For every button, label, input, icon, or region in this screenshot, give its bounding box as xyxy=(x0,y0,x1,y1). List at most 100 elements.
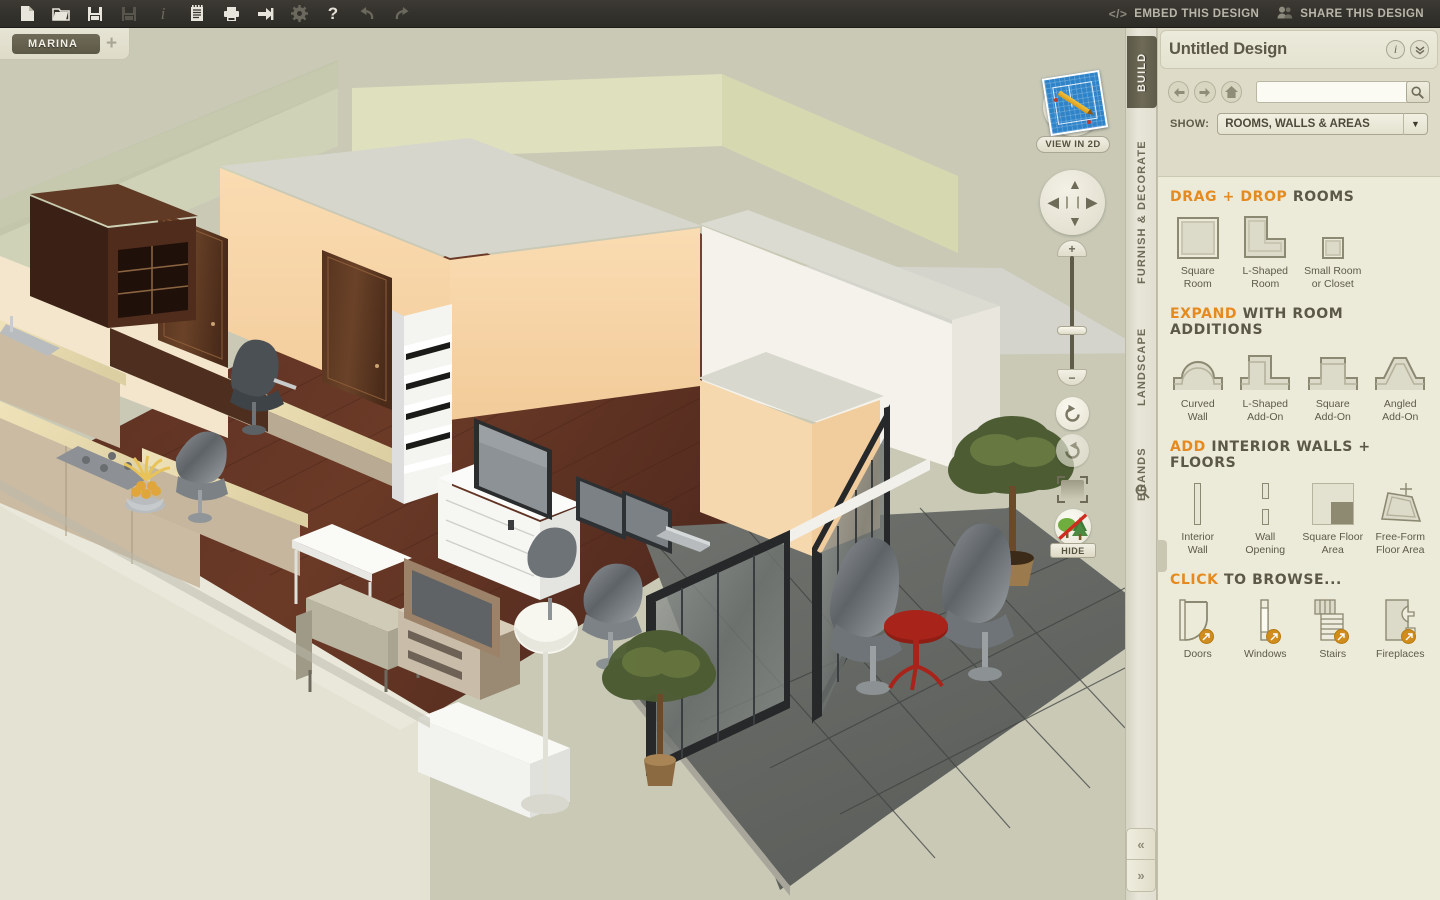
window-icon xyxy=(1243,596,1287,644)
angled-add-on-icon xyxy=(1374,346,1426,392)
palette-item-interior-wall[interactable]: Interior Wall xyxy=(1164,479,1232,556)
rail-tab-furnish-decorate[interactable]: FURNISH & DECORATE xyxy=(1127,124,1157,300)
new-file-icon[interactable] xyxy=(10,1,44,27)
palette-item-angled-add-on[interactable]: Angled Add-On xyxy=(1367,346,1435,423)
palette-item-windows[interactable]: Windows xyxy=(1232,596,1300,661)
back-button[interactable] xyxy=(1168,81,1190,103)
palette-item-square-floor-area[interactable]: Square Floor Area xyxy=(1299,479,1367,556)
pan-right-icon[interactable]: ▶ xyxy=(1086,195,1097,209)
hide-landscaping-button[interactable] xyxy=(1055,509,1091,545)
topbar-actions: </> EMBED THIS DESIGN SHARE THIS DESIGN xyxy=(1109,6,1440,22)
palette-item-stairs[interactable]: Stairs xyxy=(1299,596,1367,661)
item-caption: Windows xyxy=(1243,648,1287,660)
expand-panel-button[interactable]: » xyxy=(1126,860,1156,892)
small-room-icon xyxy=(1321,213,1344,259)
chevron-double-down-icon[interactable] xyxy=(1410,40,1429,59)
plan-point-start xyxy=(1054,98,1058,102)
search-input[interactable] xyxy=(1256,82,1429,102)
section-items: Curved Wall L-Shaped Add-On Square Add-O… xyxy=(1158,344,1440,435)
browse-badge xyxy=(1333,629,1349,644)
palette-item-wall-opening[interactable]: Wall Opening xyxy=(1232,479,1300,556)
curved-wall-icon xyxy=(1172,346,1224,392)
panel-header-actions: i xyxy=(1386,40,1429,59)
open-folder-icon[interactable] xyxy=(44,1,78,27)
print-icon[interactable] xyxy=(214,1,248,27)
pan-up-icon[interactable]: ▲ xyxy=(1068,177,1082,191)
rotate-counterclockwise-button[interactable] xyxy=(1056,397,1089,430)
browse-badge xyxy=(1198,629,1214,644)
rotate-clockwise-button[interactable] xyxy=(1056,434,1089,467)
zoom-track[interactable] xyxy=(1070,256,1074,370)
design-tab-bar: MARINA + xyxy=(0,28,130,60)
section-title: CLICK TO BROWSE... xyxy=(1158,572,1440,594)
square-room-icon xyxy=(1176,213,1219,259)
section-items: Square Room L-Shaped Room Small Room or … xyxy=(1158,211,1440,302)
share-label: SHARE THIS DESIGN xyxy=(1300,7,1424,20)
rail-tab-build[interactable]: BUILD xyxy=(1127,36,1157,108)
palette-item-empty xyxy=(1367,213,1435,265)
search-button[interactable] xyxy=(1405,81,1430,103)
item-caption: Doors xyxy=(1183,648,1212,660)
palette-item-small-room-or-closet[interactable]: Small Room or Closet xyxy=(1299,213,1367,290)
zoom-slider[interactable]: + − xyxy=(1057,240,1087,386)
pan-down-icon[interactable]: ▼ xyxy=(1068,214,1082,228)
search-box[interactable] xyxy=(1255,81,1430,103)
help-icon[interactable]: ? xyxy=(316,1,350,27)
palette-item-doors[interactable]: Doors xyxy=(1164,596,1232,661)
pan-control-pad[interactable]: ▲ ◀ ▶ ▼ xyxy=(1040,170,1105,235)
section-add-interior-walls-floors: ADD INTERIOR WALLS + FLOORS Interior Wal… xyxy=(1158,439,1440,572)
search-icon[interactable] xyxy=(1126,476,1158,506)
collapse-panel-button[interactable]: « xyxy=(1126,828,1156,860)
palette-item-free-form-floor-area[interactable]: Free-Form Floor Area xyxy=(1367,479,1435,556)
section-title-accent: DRAG + DROP xyxy=(1170,189,1288,205)
info-icon[interactable]: i xyxy=(1386,40,1405,59)
settings-gear-icon xyxy=(282,1,316,27)
embed-this-design-button[interactable]: </> EMBED THIS DESIGN xyxy=(1109,7,1260,21)
square-add-on-icon xyxy=(1307,346,1359,392)
embed-label: EMBED THIS DESIGN xyxy=(1134,7,1260,20)
item-caption: Fireplaces xyxy=(1376,648,1425,660)
panel-nav-bar xyxy=(1158,75,1440,103)
toolbar-icon-group: i ? xyxy=(0,1,418,27)
show-selected-value: ROOMS, WALLS & AREAS xyxy=(1225,118,1370,130)
share-this-design-button[interactable]: SHARE THIS DESIGN xyxy=(1277,6,1424,22)
palette-item-square-add-on[interactable]: Square Add-On xyxy=(1299,346,1367,423)
section-title: DRAG + DROP ROOMS xyxy=(1158,189,1440,211)
show-select[interactable]: ROOMS, WALLS & AREAS ▼ xyxy=(1217,113,1428,135)
save-icon[interactable] xyxy=(78,1,112,27)
wall-opening-icon xyxy=(1261,479,1269,525)
mode-rail: BUILD FURNISH & DECORATE LANDSCAPE BRAND… xyxy=(1125,28,1157,900)
show-label: SHOW: xyxy=(1170,118,1210,130)
palette-item-l-shaped-add-on[interactable]: L-Shaped Add-On xyxy=(1232,346,1300,423)
section-click-to-browse: CLICK TO BROWSE... Doors Windows Stairs … xyxy=(1158,572,1440,677)
recenter-view-button[interactable] xyxy=(1066,196,1079,209)
free-form-floor-area-icon xyxy=(1376,479,1424,525)
chevron-down-icon[interactable]: ▼ xyxy=(1403,113,1427,135)
design-canvas-3d[interactable]: VIEW IN 2D ▲ ◀ ▶ ▼ + − HIDE xyxy=(0,28,1125,900)
palette-item-l-shaped-room[interactable]: L-Shaped Room xyxy=(1232,213,1300,290)
view-in-2d-button[interactable]: VIEW IN 2D xyxy=(1036,69,1110,156)
section-title: EXPAND WITH ROOM ADDITIONS xyxy=(1158,306,1440,344)
add-design-tab-button[interactable]: + xyxy=(106,34,117,53)
show-filter-row: SHOW: ROOMS, WALLS & AREAS ▼ xyxy=(1158,103,1440,147)
export-icon[interactable] xyxy=(248,1,282,27)
notes-icon[interactable] xyxy=(180,1,214,27)
forward-button[interactable] xyxy=(1194,81,1216,103)
zoom-handle[interactable] xyxy=(1057,326,1087,335)
isometric-scene[interactable] xyxy=(0,28,1125,900)
item-caption: L-Shaped Add-On xyxy=(1242,398,1289,423)
home-button[interactable] xyxy=(1220,81,1242,103)
rail-tab-landscape[interactable]: LANDSCAPE xyxy=(1127,310,1157,424)
plan-point-end xyxy=(1087,120,1091,124)
info-icon: i xyxy=(160,3,166,23)
fit-to-view-button[interactable] xyxy=(1057,476,1088,503)
palette-item-square-room[interactable]: Square Room xyxy=(1164,213,1232,290)
panel-resize-grabber[interactable] xyxy=(1157,540,1167,572)
crop-bracket-bl xyxy=(1057,495,1065,503)
palette-item-curved-wall[interactable]: Curved Wall xyxy=(1164,346,1232,423)
section-title: ADD INTERIOR WALLS + FLOORS xyxy=(1158,439,1440,477)
design-tab-marina[interactable]: MARINA xyxy=(12,33,100,54)
palette-item-fireplaces[interactable]: Fireplaces xyxy=(1367,596,1435,661)
pan-left-icon[interactable]: ◀ xyxy=(1048,195,1059,209)
stairs-icon xyxy=(1311,596,1355,644)
